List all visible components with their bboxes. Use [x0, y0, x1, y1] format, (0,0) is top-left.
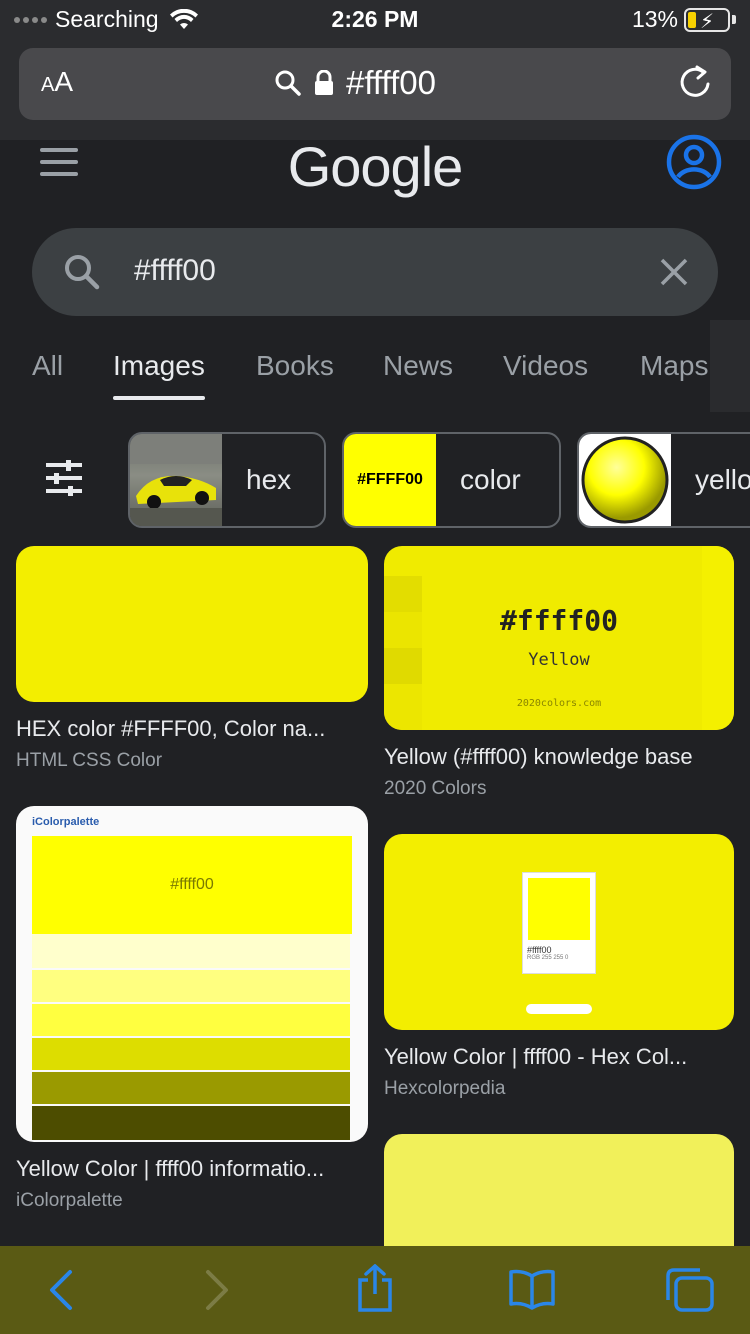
image-result[interactable]: iColorpalette #ffff00 Yellow Color | fff… [16, 806, 368, 1212]
search-input[interactable]: #ffff00 [32, 228, 718, 316]
tab-all[interactable]: All [32, 350, 63, 382]
bookmarks-icon[interactable] [508, 1268, 556, 1310]
chip-label: color [460, 464, 521, 495]
status-bar: Searching 2:26 PM 13% ⚡ [0, 0, 750, 40]
yellow-ball-thumbnail [579, 434, 671, 526]
reload-icon[interactable] [677, 64, 713, 102]
chip-color[interactable]: #FFFF00 color [342, 432, 561, 528]
url-text: #ffff00 [346, 64, 436, 101]
account-icon[interactable] [666, 134, 722, 190]
result-image[interactable]: #ffff00 RGB 255 255 0 [384, 834, 734, 1030]
status-right: 13% ⚡ [632, 6, 736, 33]
safari-toolbar [0, 1246, 750, 1334]
image-result[interactable]: #ffff00 RGB 255 255 0 Yellow Color | fff… [384, 834, 734, 1100]
text-size-button[interactable]: AA [41, 66, 73, 98]
image-hex-text: #ffff00 [499, 604, 618, 637]
chip-yellow[interactable]: yello [577, 432, 750, 528]
color-thumbnail-text: #FFFF00 [357, 471, 423, 488]
battery-percent: 13% [631, 6, 678, 32]
image-color-name: Yellow [528, 650, 590, 670]
tune-icon[interactable] [44, 460, 84, 496]
card-hex-text: #ffff00 [527, 945, 552, 955]
tabs-fade [710, 320, 750, 412]
result-image[interactable]: #ffff00 Yellow 2020colors.com [384, 546, 734, 730]
back-icon[interactable] [46, 1268, 76, 1312]
result-source: Hexcolorpedia [384, 1078, 506, 1099]
forward-icon[interactable] [202, 1268, 232, 1312]
tab-books[interactable]: Books [256, 350, 334, 382]
lock-icon [315, 70, 333, 95]
result-source: 2020 Colors [384, 778, 487, 799]
clear-icon[interactable] [656, 254, 692, 290]
search-query: #ffff00 [134, 254, 216, 287]
related-chips: hex #FFFF00 color yello [0, 432, 750, 528]
result-source: iColorpalette [16, 1190, 123, 1211]
chip-label: yello [695, 464, 750, 495]
result-title[interactable]: Yellow (#ffff00) knowledge base [384, 744, 734, 770]
tab-videos[interactable]: Videos [503, 350, 588, 382]
result-title[interactable]: Yellow Color | ffff00 - Hex Col... [384, 1044, 734, 1070]
browser-top-chrome: Searching 2:26 PM 13% ⚡ AA #ffff00 [0, 0, 750, 140]
result-source: HTML CSS Color [16, 750, 163, 771]
search-tabs: All Images Books News Videos Maps [0, 320, 750, 412]
tab-maps[interactable]: Maps [640, 350, 708, 382]
result-title[interactable]: Yellow Color | ffff00 informatio... [16, 1156, 368, 1182]
swatch-grid [32, 934, 350, 1140]
tab-news[interactable]: News [383, 350, 453, 382]
chip-label: hex [246, 464, 292, 495]
google-logo[interactable]: Google [0, 134, 750, 199]
search-icon [275, 70, 301, 96]
battery-icon: ⚡ [684, 7, 730, 33]
share-icon[interactable] [354, 1264, 396, 1314]
color-thumbnail: #FFFF00 [344, 434, 436, 526]
image-result[interactable]: HEX color #FFFF00, Color na... HTML CSS … [16, 546, 368, 772]
safari-url-bar[interactable]: AA #ffff00 [19, 48, 731, 120]
chip-hex[interactable]: hex [128, 432, 326, 528]
tabs-icon[interactable] [664, 1266, 716, 1314]
result-image[interactable]: iColorpalette #ffff00 [16, 806, 368, 1142]
result-image[interactable] [16, 546, 368, 702]
car-thumbnail [130, 434, 222, 526]
search-icon [65, 255, 100, 290]
image-result[interactable]: #ffff00 Yellow 2020colors.com Yellow (#f… [384, 546, 734, 800]
result-title[interactable]: HEX color #FFFF00, Color na... [16, 716, 368, 742]
card-rgb-text: RGB 255 255 0 [527, 955, 569, 961]
url-field[interactable]: #ffff00 [274, 64, 436, 102]
image-hex-text: #ffff00 [170, 876, 214, 893]
google-header: Google [0, 134, 750, 200]
tab-images[interactable]: Images [113, 350, 205, 400]
image-brand-text: iColorpalette [32, 816, 100, 828]
image-site-text: 2020colors.com [516, 698, 602, 709]
